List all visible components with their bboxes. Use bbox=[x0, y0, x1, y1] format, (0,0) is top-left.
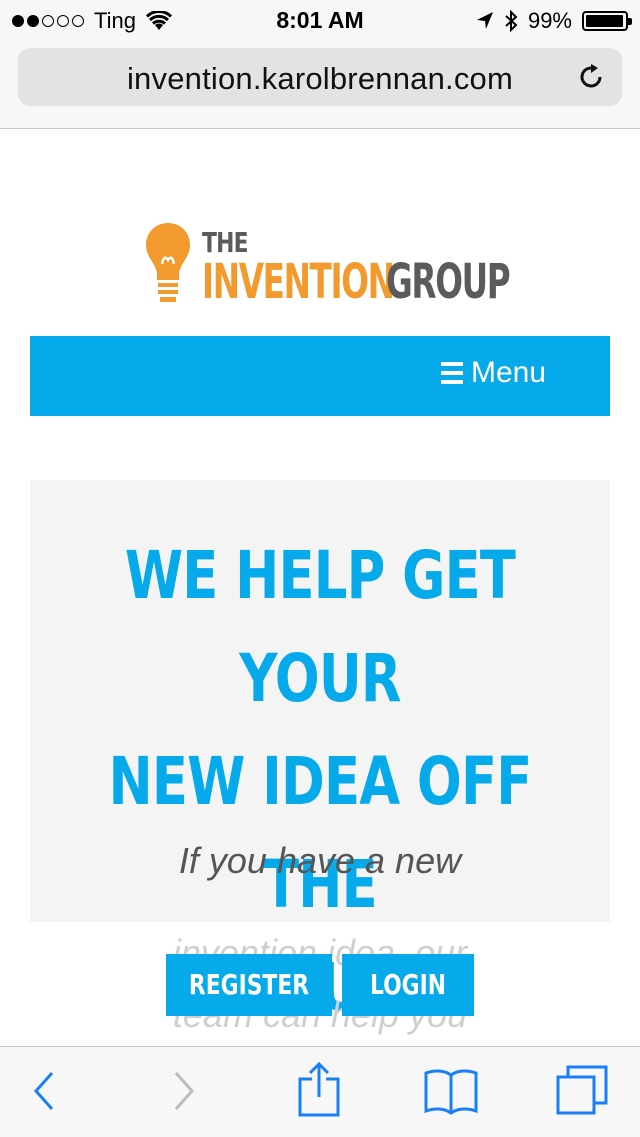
url-text[interactable]: invention.karolbrennan.com bbox=[18, 61, 622, 97]
share-icon[interactable] bbox=[298, 1061, 340, 1117]
back-icon[interactable] bbox=[30, 1069, 58, 1113]
headline-line-2: NEW IDEA OFF THE bbox=[108, 743, 532, 923]
logo-invention: INVENTION bbox=[202, 254, 395, 310]
battery-icon bbox=[582, 11, 632, 31]
register-button[interactable]: REGISTER bbox=[166, 954, 332, 1016]
status-right: 99% bbox=[476, 8, 632, 34]
nav-bar: Menu bbox=[30, 336, 610, 416]
menu-button[interactable]: Menu bbox=[440, 356, 546, 390]
headline-line-1: WE HELP GET YOUR bbox=[124, 537, 516, 717]
forward-icon[interactable] bbox=[170, 1069, 198, 1113]
reload-icon[interactable] bbox=[576, 62, 606, 92]
bookmarks-icon[interactable] bbox=[424, 1067, 478, 1115]
browser-toolbar bbox=[0, 1046, 640, 1137]
battery-percent: 99% bbox=[527, 8, 572, 33]
status-bar: Ting 8:01 AM 99% bbox=[0, 0, 640, 40]
bluetooth-icon bbox=[505, 10, 518, 32]
hero-section: WE HELP GET YOUR NEW IDEA OFF THE GROUND… bbox=[30, 480, 610, 1026]
address-bar[interactable]: invention.karolbrennan.com bbox=[18, 48, 622, 106]
site-logo[interactable]: THE INVENTION GROUP bbox=[142, 220, 511, 310]
lightbulb-icon bbox=[146, 223, 190, 302]
login-label: LOGIN bbox=[369, 968, 447, 1001]
logo-group: GROUP bbox=[386, 254, 511, 310]
login-button[interactable]: LOGIN bbox=[342, 954, 474, 1016]
hamburger-icon bbox=[440, 362, 463, 384]
register-label: REGISTER bbox=[188, 968, 310, 1001]
location-arrow-icon bbox=[476, 12, 493, 29]
menu-label: Menu bbox=[470, 356, 546, 389]
browser-address-region: invention.karolbrennan.com bbox=[0, 40, 640, 129]
tabs-icon[interactable] bbox=[556, 1065, 608, 1117]
hero-intro-text: If you have a new bbox=[178, 840, 462, 881]
